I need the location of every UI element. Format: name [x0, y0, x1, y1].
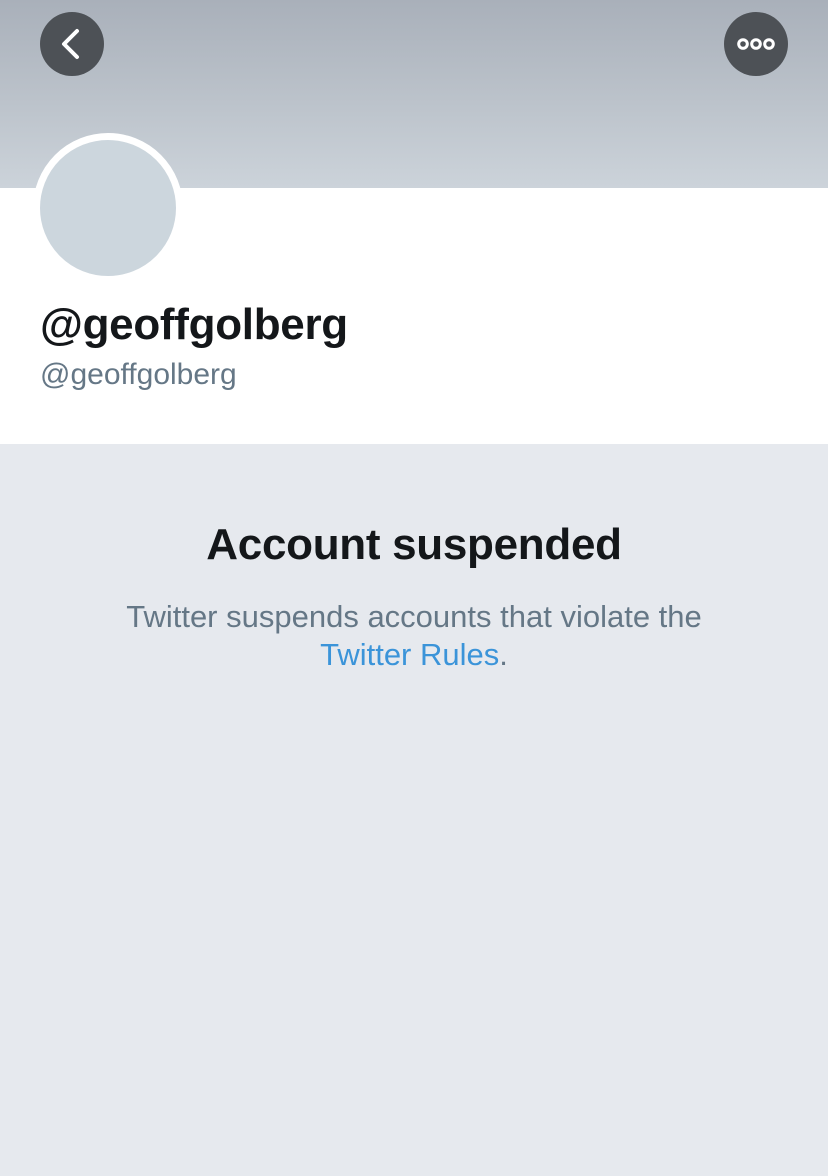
display-name: @geoffgolberg [40, 300, 348, 349]
suspension-message-text: Twitter suspends accounts that violate t… [126, 599, 702, 634]
more-options-button[interactable] [724, 12, 788, 76]
suspension-title: Account suspended [206, 520, 622, 569]
back-button[interactable] [40, 12, 104, 76]
chevron-left-icon [62, 29, 79, 59]
avatar[interactable] [33, 133, 183, 283]
user-handle: @geoffgolberg [40, 358, 237, 391]
suspension-message-period: . [499, 637, 508, 672]
more-horizontal-icon [737, 38, 775, 50]
suspension-message: Twitter suspends accounts that violate t… [0, 598, 828, 674]
profile-page: @geoffgolberg @geoffgolberg Account susp… [0, 0, 828, 1176]
twitter-rules-link[interactable]: Twitter Rules [320, 637, 499, 672]
suspension-notice: Account suspended Twitter suspends accou… [0, 520, 828, 674]
